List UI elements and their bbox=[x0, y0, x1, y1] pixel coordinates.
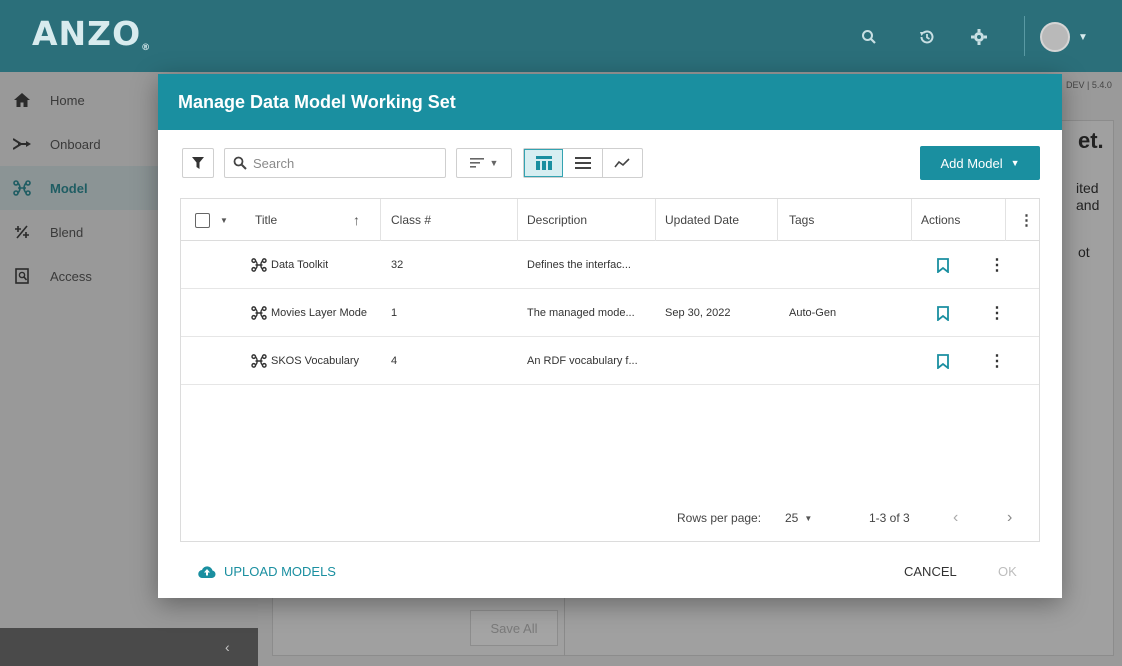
sort-ascending-icon[interactable]: ↑ bbox=[353, 199, 360, 241]
class-count-cell: 1 bbox=[391, 307, 398, 319]
top-app-bar: ANZO® ▼ bbox=[0, 0, 1122, 72]
sort-icon bbox=[469, 158, 484, 168]
description-cell: The managed mode... bbox=[527, 307, 635, 319]
table-row[interactable]: Movies Layer Mode 1 The managed mode... … bbox=[181, 289, 1039, 337]
table-header: ▼ Title ↑ Class # Description Updated Da… bbox=[181, 199, 1039, 241]
background-text: ited and bbox=[1076, 180, 1100, 213]
rows-per-page-select[interactable]: 25 ▼ bbox=[785, 505, 812, 531]
filter-button[interactable] bbox=[182, 148, 214, 178]
row-menu-icon[interactable]: ⋮ bbox=[989, 241, 1005, 289]
dialog-title: Manage Data Model Working Set bbox=[178, 92, 456, 112]
chevron-down-icon[interactable]: ▼ bbox=[1078, 32, 1088, 43]
next-page-icon[interactable]: › bbox=[1007, 505, 1012, 531]
cloud-upload-icon bbox=[198, 566, 216, 578]
search-icon bbox=[233, 156, 247, 170]
row-menu-icon[interactable]: ⋮ bbox=[989, 337, 1005, 385]
column-title[interactable]: Title bbox=[255, 199, 277, 241]
chart-view-button[interactable] bbox=[603, 149, 642, 177]
chevron-down-icon: ▼ bbox=[1010, 158, 1020, 168]
select-all-control[interactable]: ▼ bbox=[195, 199, 228, 241]
updated-date-cell: Sep 30, 2022 bbox=[665, 307, 731, 319]
model-graph-icon bbox=[12, 180, 32, 196]
bookmark-icon[interactable] bbox=[937, 241, 949, 289]
chevron-left-icon[interactable]: ‹ bbox=[225, 639, 230, 655]
table-row[interactable]: Data Toolkit 32 Defines the interfac... … bbox=[181, 241, 1039, 289]
pagination-range: 1-3 of 3 bbox=[869, 511, 910, 525]
search-input[interactable] bbox=[253, 155, 433, 171]
history-icon[interactable] bbox=[914, 24, 940, 50]
background-divider bbox=[564, 596, 565, 656]
sidebar-item-label: Blend bbox=[50, 224, 84, 240]
chevron-down-icon: ▼ bbox=[489, 158, 499, 168]
description-cell: An RDF vocabulary f... bbox=[527, 355, 638, 367]
rows-per-page-label: Rows per page: bbox=[677, 511, 762, 525]
manage-working-set-dialog: Manage Data Model Working Set ▼ Add Mode… bbox=[158, 74, 1062, 598]
search-icon[interactable] bbox=[856, 24, 882, 50]
sidebar-item-label: Access bbox=[50, 268, 92, 284]
add-model-button[interactable]: Add Model ▼ bbox=[920, 146, 1040, 180]
grid-view-button[interactable] bbox=[524, 149, 564, 177]
ok-button[interactable]: OK bbox=[998, 564, 1017, 579]
column-description[interactable]: Description bbox=[527, 199, 587, 241]
chevron-down-icon[interactable]: ▼ bbox=[220, 216, 228, 225]
class-count-cell: 32 bbox=[391, 259, 404, 271]
blend-icon bbox=[12, 225, 32, 239]
gear-icon[interactable] bbox=[966, 24, 992, 50]
previous-page-icon[interactable]: ‹ bbox=[953, 505, 958, 531]
tags-cell: Auto-Gen bbox=[789, 307, 837, 319]
topbar-divider bbox=[1024, 16, 1025, 56]
save-all-button[interactable]: Save All bbox=[470, 610, 558, 646]
list-view-button[interactable] bbox=[563, 149, 603, 177]
class-count-cell: 4 bbox=[391, 355, 398, 367]
sidebar-item-label: Model bbox=[50, 180, 88, 196]
upload-models-button[interactable]: UPLOAD MODELS bbox=[198, 564, 336, 579]
row-menu-icon[interactable]: ⋮ bbox=[989, 289, 1005, 337]
onboard-arrow-icon bbox=[12, 138, 32, 150]
chevron-down-icon: ▼ bbox=[804, 513, 813, 523]
column-actions: Actions bbox=[921, 213, 961, 227]
view-toggle-group bbox=[523, 148, 643, 178]
anzo-logo[interactable]: ANZO® bbox=[32, 14, 151, 53]
table-view-icon bbox=[535, 156, 552, 170]
bookmark-icon[interactable] bbox=[937, 289, 949, 337]
model-graph-icon bbox=[251, 354, 267, 368]
trend-line-icon bbox=[614, 158, 630, 168]
description-cell: Defines the interfac... bbox=[527, 259, 631, 271]
version-label: DEV | 5.4.0 bbox=[1066, 80, 1112, 90]
background-heading: et. bbox=[1078, 128, 1104, 153]
model-graph-icon bbox=[251, 258, 267, 272]
select-all-checkbox[interactable] bbox=[195, 212, 210, 228]
list-view-icon bbox=[574, 157, 591, 169]
search-field[interactable] bbox=[224, 148, 446, 178]
sidebar-footer bbox=[0, 628, 258, 666]
column-updated-date[interactable]: Updated Date bbox=[665, 199, 739, 241]
avatar[interactable] bbox=[1040, 22, 1070, 52]
column-class-count[interactable]: Class # bbox=[391, 199, 431, 241]
bookmark-icon[interactable] bbox=[937, 337, 949, 385]
access-icon bbox=[12, 268, 32, 284]
home-icon bbox=[12, 93, 32, 107]
background-text-2: ot bbox=[1078, 244, 1090, 260]
sidebar-item-label: Home bbox=[50, 92, 85, 108]
filter-icon bbox=[192, 157, 204, 169]
table-row[interactable]: SKOS Vocabulary 4 An RDF vocabulary f...… bbox=[181, 337, 1039, 385]
column-tags[interactable]: Tags bbox=[789, 199, 814, 241]
model-title-cell: Movies Layer Mode bbox=[251, 289, 387, 337]
column-menu-icon[interactable]: ⋮ bbox=[1019, 199, 1034, 241]
dialog-header: Manage Data Model Working Set bbox=[158, 74, 1062, 130]
model-title-cell: Data Toolkit bbox=[251, 241, 328, 289]
models-table: ▼ Title ↑ Class # Description Updated Da… bbox=[180, 198, 1040, 542]
sidebar-item-label: Onboard bbox=[50, 136, 101, 152]
model-graph-icon bbox=[251, 306, 267, 320]
model-title-cell: SKOS Vocabulary bbox=[251, 337, 359, 385]
cancel-button[interactable]: CANCEL bbox=[904, 564, 957, 579]
sort-button[interactable]: ▼ bbox=[456, 148, 512, 178]
